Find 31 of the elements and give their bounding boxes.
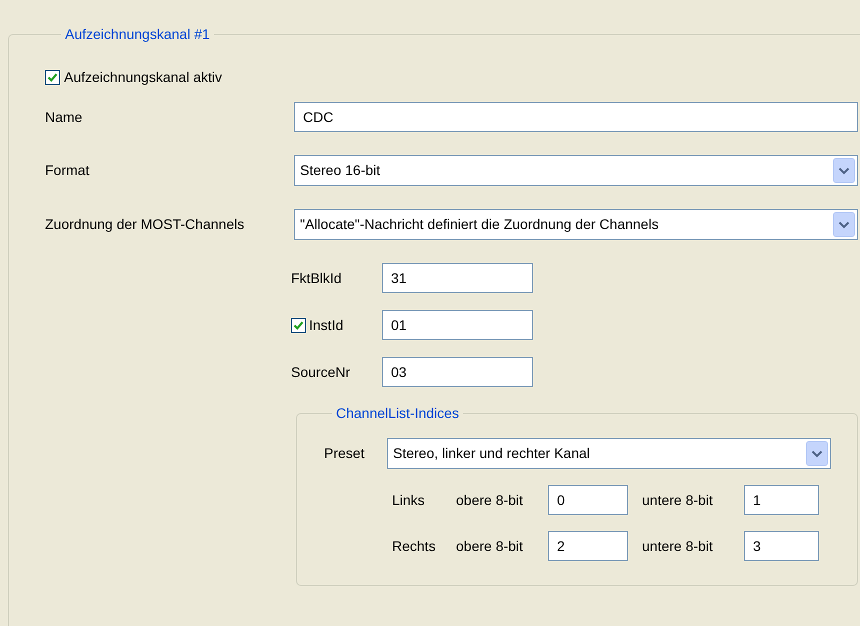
checkbox-label: Aufzeichnungskanal aktiv xyxy=(64,68,222,87)
input-field[interactable]: CDC xyxy=(294,102,858,132)
group-title: ChannelList-Indices xyxy=(335,404,460,423)
input-field[interactable]: 01 xyxy=(382,310,533,340)
input-field[interactable]: 0 xyxy=(548,485,628,515)
input-field[interactable]: 03 xyxy=(382,357,533,387)
checkbox[interactable] xyxy=(291,318,306,332)
field-label: obere 8-bit xyxy=(456,536,524,556)
input-field[interactable]: 31 xyxy=(382,263,533,293)
checkmark-icon xyxy=(47,72,58,83)
field-label: FktBlkId xyxy=(291,268,342,288)
dropdown[interactable]: Stereo, linker und rechter Kanal xyxy=(387,438,831,469)
checkbox[interactable] xyxy=(45,70,60,85)
field-label: untere 8-bit xyxy=(642,536,714,556)
row-label: Links xyxy=(392,490,426,510)
input-field[interactable]: 3 xyxy=(744,531,819,561)
field-label: obere 8-bit xyxy=(456,490,524,510)
field-label: Name xyxy=(45,108,84,126)
input-field[interactable]: 1 xyxy=(744,485,819,515)
row-label: Rechts xyxy=(392,536,437,556)
checkmark-icon xyxy=(293,320,304,330)
field-label: InstId xyxy=(309,316,344,334)
field-label: Preset xyxy=(324,444,366,463)
field-label: Format xyxy=(45,161,90,180)
dropdown[interactable]: Stereo 16-bit xyxy=(294,155,858,186)
field-label: Zuordnung der MOST-Channels xyxy=(45,215,246,234)
group-title: Aufzeichnungskanal #1 xyxy=(64,25,211,44)
field-label: SourceNr xyxy=(291,362,350,382)
dropdown[interactable]: "Allocate"-Nachricht definiert die Zuordnung der Channels xyxy=(294,209,858,240)
input-field[interactable]: 2 xyxy=(548,531,628,561)
field-label: untere 8-bit xyxy=(642,490,714,510)
